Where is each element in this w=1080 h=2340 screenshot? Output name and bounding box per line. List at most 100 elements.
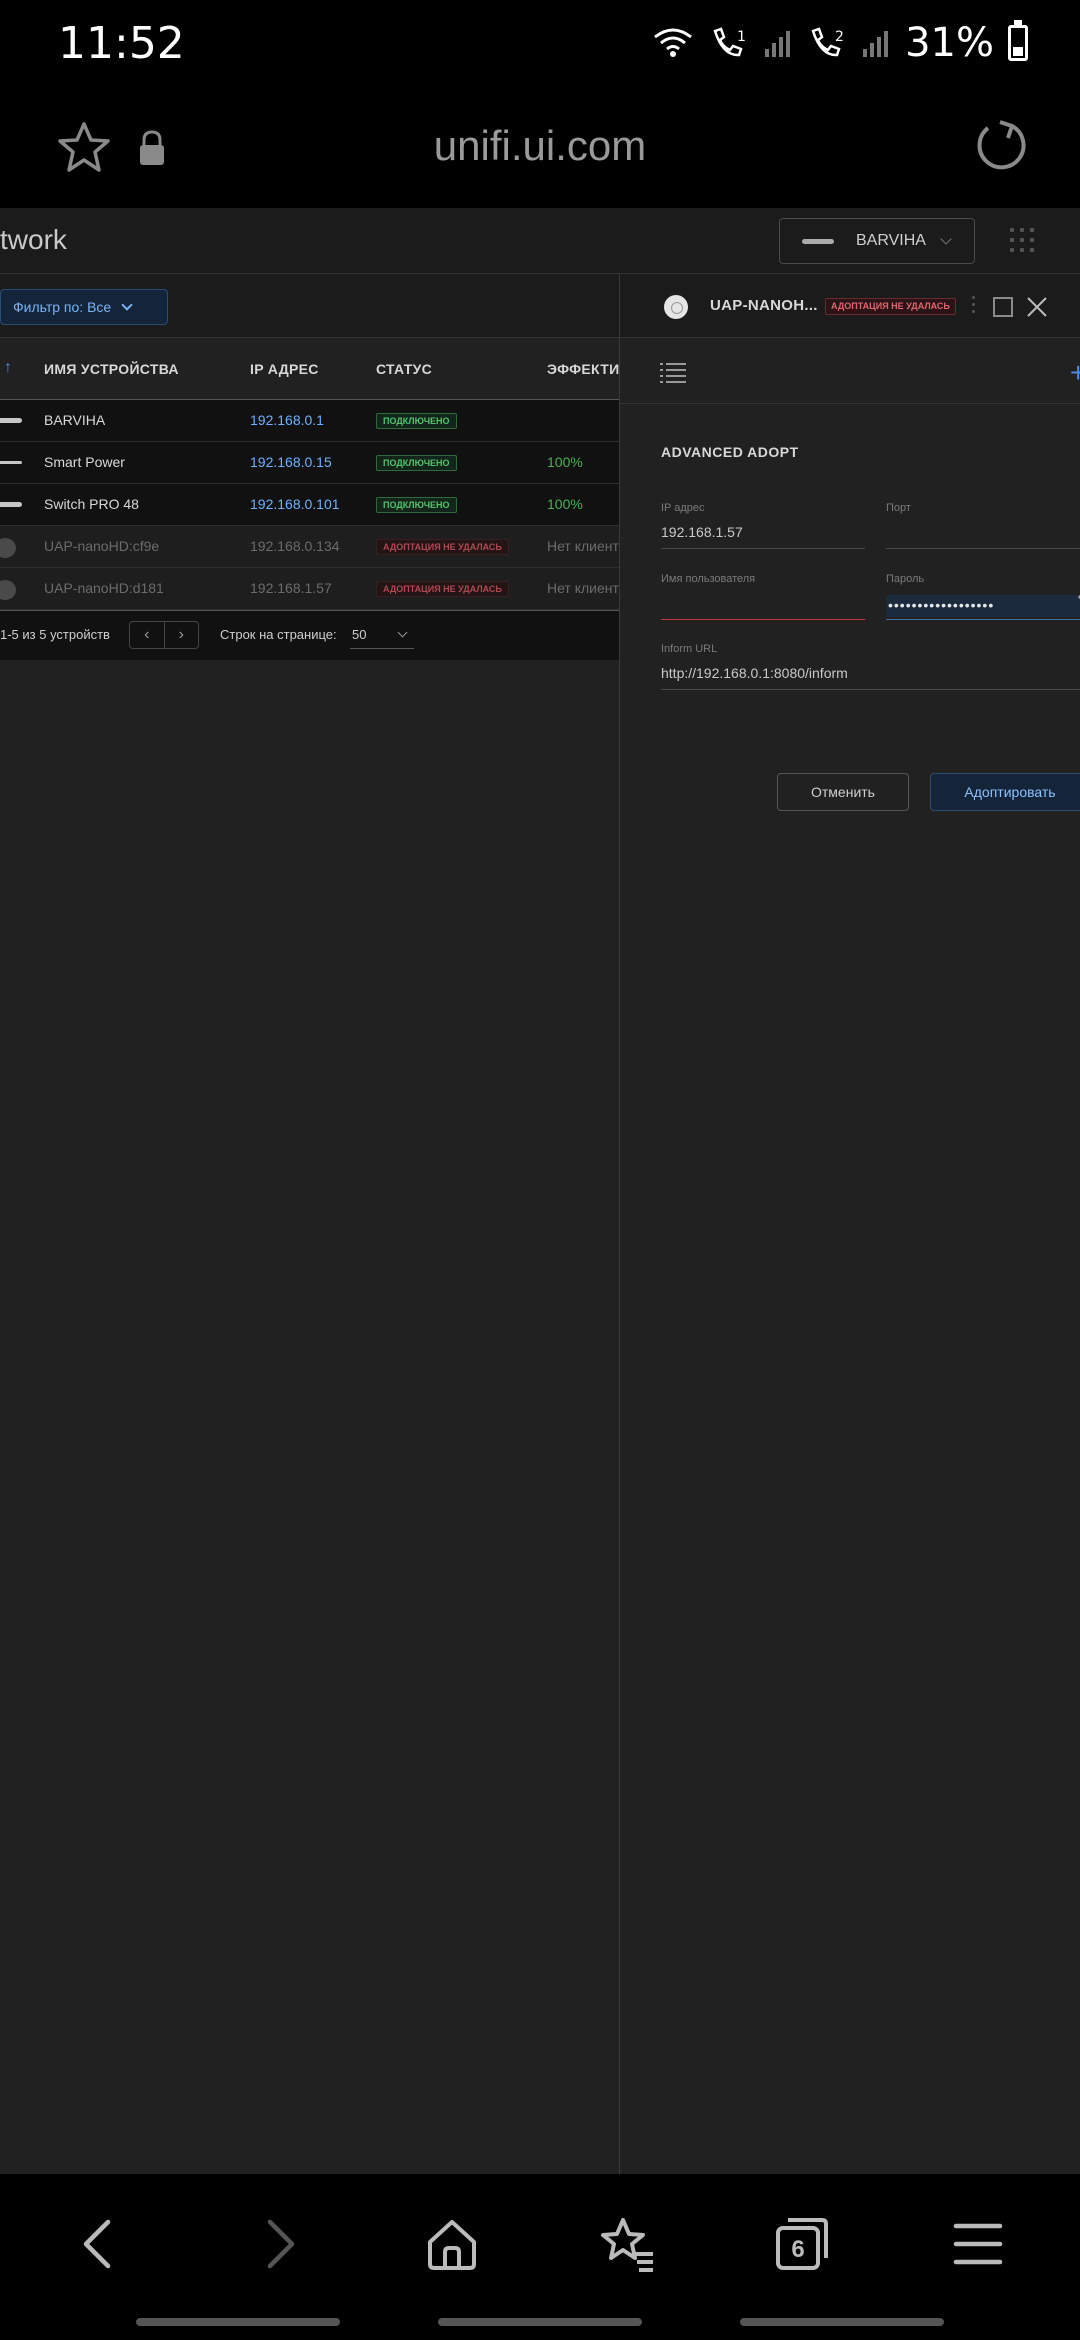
ip-label: IP адрес — [661, 502, 705, 514]
device-experience: Нет клиент — [547, 580, 619, 596]
filter-bar: Фильтр по: Все — [0, 274, 620, 338]
app-grid-icon[interactable] — [1010, 228, 1036, 254]
wifi-icon — [654, 28, 693, 57]
device-experience: 100% — [547, 496, 583, 512]
column-status[interactable]: СТАТУС — [376, 361, 432, 377]
call-sim1-icon: 1 — [713, 27, 746, 57]
status-badge: ПОДКЛЮЧЕНО — [376, 413, 457, 429]
column-device-name[interactable]: ИМЯ УСТРОЙСТВА — [44, 361, 179, 377]
table-row[interactable]: BARVIHA 192.168.0.1 ПОДКЛЮЧЕНО — [0, 400, 620, 442]
forward-icon[interactable] — [248, 2214, 308, 2274]
filter-button[interactable]: Фильтр по: Все — [0, 289, 168, 325]
cancel-button[interactable]: Отменить — [777, 773, 909, 811]
panel-device-name: UAP-NANOH... — [710, 297, 818, 314]
chevron-down-icon — [397, 627, 408, 638]
gateway-icon — [802, 238, 834, 244]
column-ip[interactable]: IP АДРЕС — [250, 361, 319, 377]
status-bar: 11:52 1 2 31% — [0, 0, 1080, 84]
svg-text:1: 1 — [737, 29, 746, 45]
table-row[interactable]: UAP-nanoHD:cf9e 192.168.0.134 АДОПТАЦИЯ … — [0, 526, 620, 568]
maximize-icon[interactable] — [993, 297, 1013, 317]
device-name: BARVIHA — [44, 412, 106, 428]
filter-label: Фильтр по: Все — [13, 299, 112, 315]
adopt-button[interactable]: Адоптировать — [930, 773, 1080, 811]
site-selector[interactable]: BARVIHA — [779, 218, 975, 264]
table-footer: 1-5 из 5 устройств ‹ › Строк на странице… — [0, 610, 620, 660]
status-badge: АДОПТАЦИЯ НЕ УДАЛАСЬ — [376, 581, 509, 597]
pagination: ‹ › — [129, 621, 199, 649]
reload-icon[interactable] — [972, 116, 1028, 176]
menu-icon[interactable] — [948, 2214, 1008, 2274]
site-name: BARVIHA — [856, 232, 926, 249]
rows-per-page-value: 50 — [352, 627, 367, 642]
device-ip[interactable]: 192.168.0.101 — [250, 496, 340, 512]
device-experience: Нет клиент — [547, 538, 619, 554]
status-badge: ПОДКЛЮЧЕНО — [376, 455, 457, 471]
port-value — [886, 524, 1080, 546]
column-experience[interactable]: ЭФФЕКТИ — [547, 361, 619, 377]
battery-icon — [1008, 20, 1028, 61]
device-name: UAP-nanoHD:cf9e — [44, 538, 160, 554]
tab-count: 6 — [791, 2236, 805, 2263]
table-row[interactable]: Smart Power 192.168.0.15 ПОДКЛЮЧЕНО 100% — [0, 442, 620, 484]
home-icon[interactable] — [422, 2214, 482, 2274]
access-point-icon — [0, 580, 16, 600]
section-title: ADVANCED ADOPT — [661, 444, 799, 460]
device-ip: 192.168.1.57 — [250, 580, 332, 596]
table-row[interactable]: Switch PRO 48 192.168.0.101 ПОДКЛЮЧЕНО 1… — [0, 484, 620, 526]
bookmarks-icon[interactable] — [597, 2214, 657, 2274]
ip-value: 192.168.1.57 — [661, 524, 743, 540]
device-panel: UAP-NANOH... АДОПТАЦИЯ НЕ УДАЛАСЬ + ADVA… — [619, 274, 1080, 2174]
port-field[interactable]: Порт — [886, 502, 1080, 549]
table-header: ↑ ИМЯ УСТРОЙСТВА IP АДРЕС СТАТУС ЭФФЕКТИ — [0, 339, 620, 400]
sort-ascending-icon[interactable]: ↑ — [4, 359, 12, 377]
inform-url-value: http://192.168.0.1:8080/inform — [661, 665, 848, 681]
username-field[interactable]: Имя пользователя — [661, 573, 865, 620]
prev-page-button[interactable]: ‹ — [130, 622, 165, 648]
svg-text:2: 2 — [835, 29, 844, 45]
password-label: Пароль — [886, 573, 925, 585]
battery-percent: 31% — [905, 20, 994, 66]
device-ip[interactable]: 192.168.0.15 — [250, 454, 332, 470]
gateway-icon — [0, 418, 22, 423]
row-count: 1-5 из 5 устройств — [0, 627, 110, 642]
chevron-down-icon — [940, 233, 952, 245]
tabs-button[interactable]: 6 — [772, 2214, 832, 2274]
device-ip: 192.168.0.134 — [250, 538, 340, 554]
device-name: Switch PRO 48 — [44, 496, 139, 512]
password-value: •••••••••••••••••• — [888, 597, 995, 613]
device-name: UAP-nanoHD:d181 — [44, 580, 164, 596]
web-content: twork BARVIHA Фильтр по: Все ↑ ИМЯ УСТРО… — [0, 208, 1080, 2174]
ip-field[interactable]: IP адрес 192.168.1.57 — [661, 502, 865, 549]
more-options-icon[interactable] — [972, 296, 976, 316]
status-time: 11:52 — [58, 18, 185, 69]
app-title: twork — [0, 224, 67, 255]
close-icon[interactable] — [1026, 296, 1048, 318]
table-row[interactable]: UAP-nanoHD:d181 192.168.1.57 АДОПТАЦИЯ Н… — [0, 568, 620, 610]
back-icon[interactable] — [70, 2214, 130, 2274]
panel-tabs: + — [620, 339, 1080, 404]
inform-url-label: Inform URL — [661, 643, 718, 655]
gesture-bar — [740, 2318, 944, 2326]
power-strip-icon — [0, 461, 22, 464]
browser-url-bar: unifi.ui.com — [0, 84, 1080, 208]
access-point-icon — [0, 538, 16, 558]
list-icon[interactable] — [660, 361, 686, 383]
gesture-bar — [136, 2318, 340, 2326]
add-icon[interactable]: + — [1070, 357, 1080, 389]
password-field[interactable]: Пароль •••••••••••••••••• — [886, 573, 1080, 620]
rows-per-page-select[interactable]: 50 — [350, 623, 414, 649]
app-topnav: twork BARVIHA — [0, 208, 1080, 274]
gesture-bar — [438, 2318, 642, 2326]
url-text[interactable]: unifi.ui.com — [0, 122, 1080, 170]
status-badge: АДОПТАЦИЯ НЕ УДАЛАСЬ — [376, 539, 509, 555]
status-badge: ПОДКЛЮЧЕНО — [376, 497, 457, 513]
switch-icon — [0, 502, 22, 507]
call-sim2-icon: 2 — [811, 27, 844, 57]
device-experience: 100% — [547, 454, 583, 470]
browser-bottom-nav: 6 — [0, 2174, 1080, 2340]
device-name: Smart Power — [44, 454, 125, 470]
next-page-button[interactable]: › — [165, 622, 199, 648]
device-ip[interactable]: 192.168.0.1 — [250, 412, 324, 428]
inform-url-field[interactable]: Inform URL http://192.168.0.1:8080/infor… — [661, 643, 1080, 690]
